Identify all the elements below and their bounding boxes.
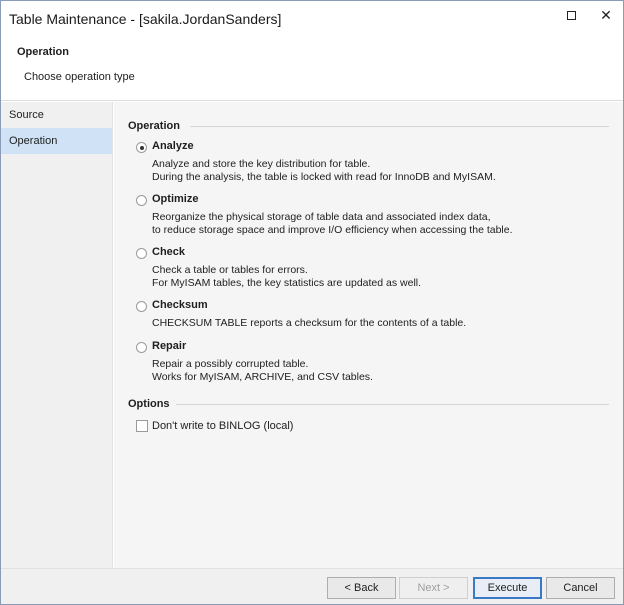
option-desc-line: For MyISAM tables, the key statistics ar…: [152, 277, 422, 289]
options-section-title: Options: [128, 398, 170, 410]
wizard-footer: < Back Next > Execute Cancel: [1, 568, 623, 604]
radio-analyze[interactable]: [136, 142, 147, 153]
options-section-divider: [176, 404, 609, 405]
option-label: Repair: [152, 340, 187, 352]
option-desc-line: Repair a possibly corrupted table.: [152, 358, 309, 370]
option-desc-line: CHECKSUM TABLE reports a checksum for th…: [152, 317, 467, 329]
binlog-checkbox[interactable]: [136, 420, 148, 432]
close-icon: ✕: [600, 6, 612, 23]
dialog-window: Table Maintenance - [sakila.JordanSander…: [0, 0, 624, 605]
maximize-button[interactable]: [556, 5, 586, 25]
operation-section-title: Operation: [128, 120, 180, 132]
option-label: Check: [152, 246, 186, 258]
radio-checksum[interactable]: [136, 301, 147, 312]
option-label: Checksum: [152, 299, 208, 311]
radio-repair[interactable]: [136, 342, 147, 353]
next-button[interactable]: Next >: [399, 577, 468, 599]
maximize-icon: [566, 10, 576, 20]
option-description: Analyze and store the key distribution f…: [152, 158, 496, 184]
back-button[interactable]: < Back: [327, 577, 396, 599]
option-description: Repair a possibly corrupted table. Works…: [152, 358, 373, 384]
sidebar-item-operation[interactable]: Operation: [1, 128, 112, 154]
option-desc-line: to reduce storage space and improve I/O …: [152, 224, 513, 236]
operation-section-divider: [190, 126, 609, 127]
content-panel: Operation Analyze Analyze and store the …: [114, 102, 623, 568]
header-title: Operation: [17, 46, 69, 58]
option-desc-line: Check a table or tables for errors.: [152, 264, 308, 276]
execute-button[interactable]: Execute: [473, 577, 542, 599]
header-subtitle: Choose operation type: [24, 71, 135, 83]
option-desc-line: Analyze and store the key distribution f…: [152, 158, 371, 170]
wizard-sidebar: Source Operation: [1, 102, 113, 568]
wizard-header: Operation Choose operation type: [1, 37, 623, 101]
option-description: Reorganize the physical storage of table…: [152, 211, 513, 237]
title-bar: Table Maintenance - [sakila.JordanSander…: [1, 1, 623, 37]
cancel-button[interactable]: Cancel: [546, 577, 615, 599]
option-desc-line: Reorganize the physical storage of table…: [152, 211, 491, 223]
radio-check[interactable]: [136, 248, 147, 259]
sidebar-item-source[interactable]: Source: [1, 102, 112, 128]
option-label: Optimize: [152, 193, 199, 205]
binlog-checkbox-label[interactable]: Don't write to BINLOG (local): [152, 420, 293, 432]
option-desc-line: During the analysis, the table is locked…: [152, 171, 496, 183]
option-desc-line: Works for MyISAM, ARCHIVE, and CSV table…: [152, 371, 373, 383]
close-button[interactable]: ✕: [591, 5, 621, 25]
option-description: Check a table or tables for errors. For …: [152, 264, 421, 290]
window-title: Table Maintenance - [sakila.JordanSander…: [9, 11, 282, 27]
option-label: Analyze: [152, 140, 194, 152]
radio-optimize[interactable]: [136, 195, 147, 206]
option-description: CHECKSUM TABLE reports a checksum for th…: [152, 317, 466, 330]
